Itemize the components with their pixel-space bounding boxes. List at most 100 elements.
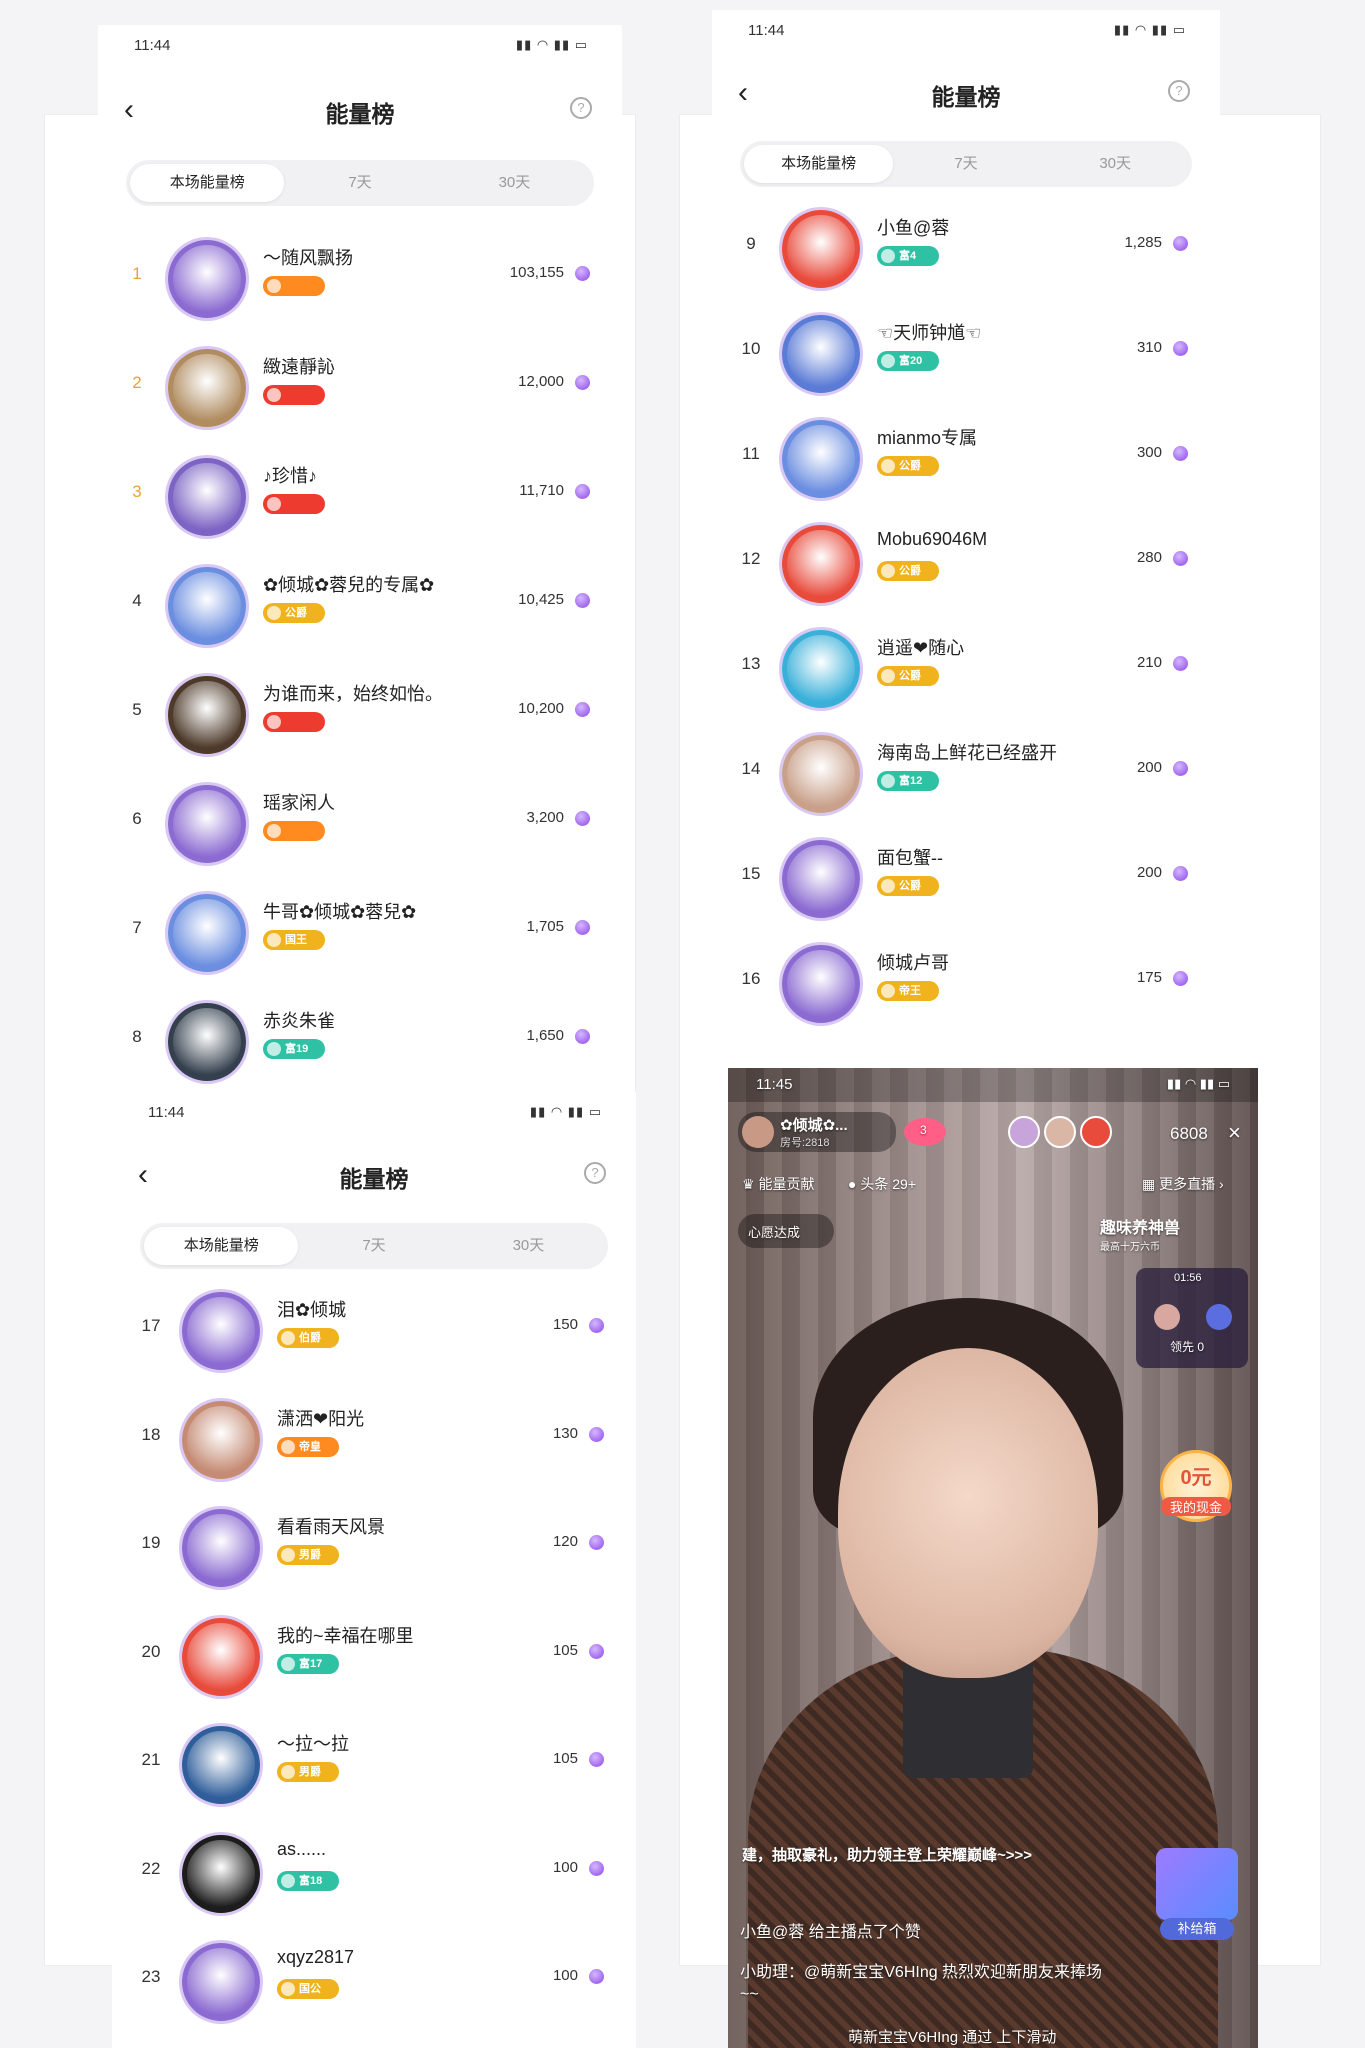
user-avatar[interactable] [182,1617,260,1696]
tab-30-days[interactable]: 30天 [1041,145,1190,183]
user-avatar[interactable] [782,315,860,393]
user-avatar[interactable] [782,840,860,918]
help-icon[interactable]: ? [584,1162,606,1184]
user-avatar[interactable] [782,945,860,1023]
supply-box-icon[interactable] [1156,1848,1238,1920]
game-banner[interactable]: 趣味养神兽 [1100,1214,1180,1238]
user-avatar[interactable] [168,1003,246,1081]
tab-30-days[interactable]: 30天 [451,1227,605,1265]
ranking-row[interactable]: 3 ♪珍惜♪ 11,710 [98,448,622,557]
user-avatar[interactable] [782,630,860,708]
help-icon[interactable]: ? [570,97,592,119]
viewer-avatar[interactable] [1044,1116,1076,1148]
ranking-row[interactable]: 21 ～拉～拉 男爵 105 [112,1716,636,1825]
tab-7-days[interactable]: 7天 [297,1227,451,1265]
ranking-row[interactable]: 4 ✿倾城✿蓉兒的专属✿ 公爵 10,425 [98,557,622,666]
energy-gem-icon [575,920,590,935]
rank-number: 17 [141,1316,161,1335]
user-name: 面包蟹-- [877,848,943,868]
level-badge: 富12 [877,771,939,791]
ranking-row[interactable]: 18 潇洒❤阳光 帝皇 130 [112,1391,636,1500]
ranking-row[interactable]: 17 泪✿倾城 伯爵 150 [112,1282,636,1391]
user-avatar[interactable] [168,676,246,754]
level-badge: 公爵 [877,666,939,686]
user-avatar[interactable] [782,525,860,603]
help-icon[interactable]: ? [1168,80,1190,102]
user-avatar[interactable] [168,567,246,645]
user-avatar[interactable] [182,1509,260,1587]
user-avatar[interactable] [168,458,246,536]
user-name: ♪珍惜♪ [263,466,317,486]
ranking-row[interactable]: 13 逍遥❤随心 公爵 210 [712,620,1220,729]
ranking-row[interactable]: 23 xqyz2817 国公 100 [112,1933,636,2042]
user-avatar[interactable] [182,1943,260,2021]
ranking-row[interactable]: 10 ☜天师钟馗☜ 富20 310 [712,305,1220,414]
tab-7-days[interactable]: 7天 [891,145,1040,183]
level-badge: 国公 [277,1979,339,1999]
user-avatar[interactable] [168,240,246,318]
pk-widget[interactable]: 01:56 领先 0 [1136,1268,1248,1368]
tab-30-days[interactable]: 30天 [437,164,591,202]
energy-score: 300 [1136,444,1162,461]
like-count: 3 [920,1123,927,1137]
tab-7-days[interactable]: 7天 [283,164,437,202]
user-name: ✿倾城✿蓉兒的专属✿ [263,575,435,595]
page-title: 能量榜 [339,1166,409,1192]
chat-message: 建，抽取豪礼，助力领主登上荣耀巅峰~>>> [742,1847,1033,1864]
user-avatar[interactable] [782,210,860,288]
rank-number: 9 [746,234,756,253]
ranking-row[interactable]: 22 as...... 富18 100 [112,1825,636,1934]
user-avatar[interactable] [182,1726,260,1804]
tab-this-session[interactable]: 本场能量榜 [130,164,285,202]
ranking-row[interactable]: 15 面包蟹-- 公爵 200 [712,830,1220,939]
tab-bar: 本场能量榜 7天 30天 [126,160,594,206]
like-heart-icon[interactable]: 3 [904,1118,946,1146]
ranking-row[interactable]: 16 倾城卢哥 帝王 175 [712,935,1220,1044]
top-viewer-avatars[interactable] [1008,1116,1148,1150]
energy-score: 175 [1136,969,1162,986]
ranking-row[interactable]: 5 为谁而来，始终如怡。 10,200 [98,666,622,775]
ranking-row[interactable]: 19 看看雨天风景 男爵 120 [112,1499,636,1608]
ranking-row[interactable]: 12 Mobu69046M 公爵 280 [712,515,1220,624]
ranking-row[interactable]: 11 mianmo专属 公爵 300 [712,410,1220,519]
viewer-count[interactable]: 6808 [1170,1124,1208,1144]
user-avatar[interactable] [182,1834,260,1913]
user-avatar[interactable] [168,349,246,427]
ranking-row[interactable]: 8 赤炎朱雀 富19 1,650 [98,993,622,1102]
live-stream-screen[interactable]: 11:45 ▮▮ ◠ ▮▮ ▭ ✿倾城✿... 房号:2818 3 6808 × … [728,1068,1258,2048]
ranking-row[interactable]: 7 牛哥✿倾城✿蓉兒✿ 国王 1,705 [98,884,622,993]
ranking-row[interactable]: 9 小鱼@蓉 富4 1,285 [712,200,1220,309]
headline-link[interactable]: ● 头条 29+ [848,1174,916,1194]
user-name: mianmo专属 [877,428,978,448]
viewer-avatar[interactable] [1008,1116,1040,1148]
user-avatar[interactable] [182,1400,260,1479]
ranking-row[interactable]: 2 緻遠靜訫 12,000 [98,339,622,448]
my-cash-widget[interactable]: 0元 我的现金 [1160,1450,1232,1522]
level-badge [263,276,325,296]
energy-gem-icon [1173,341,1188,356]
energy-gem-icon [575,702,590,717]
tab-this-session[interactable]: 本场能量榜 [744,145,894,183]
ranking-row[interactable]: 20 我的~幸福在哪里 富17 105 [112,1608,636,1717]
close-icon[interactable]: × [1228,1120,1241,1146]
host-info[interactable]: ✿倾城✿... 房号:2818 [738,1112,896,1152]
energy-gem-icon [575,1029,590,1044]
user-avatar[interactable] [782,735,860,813]
user-avatar[interactable] [168,785,246,863]
tab-this-session[interactable]: 本场能量榜 [144,1227,299,1265]
ranking-row[interactable]: 1 ～随风飘扬 103,155 [98,230,622,339]
user-name: 海南岛上鲜花已经盛开 [877,743,1057,763]
energy-contribution-link[interactable]: ♛ 能量贡献 [742,1174,814,1194]
wish-achieved[interactable]: 心愿达成 [738,1214,834,1248]
user-avatar[interactable] [782,420,860,498]
ranking-row[interactable]: 6 瑶家闲人 3,200 [98,775,622,884]
more-live-link[interactable]: ▦ 更多直播 › [1142,1174,1224,1194]
ranking-row[interactable]: 14 海南岛上鲜花已经盛开 富12 200 [712,725,1220,834]
viewer-avatar[interactable] [1080,1116,1112,1148]
rank-number: 7 [132,918,142,937]
supply-box-label[interactable]: 补给箱 [1160,1918,1234,1940]
user-avatar[interactable] [182,1292,260,1370]
host-avatar [742,1116,774,1148]
rank-number: 12 [741,549,761,568]
user-avatar[interactable] [168,894,246,972]
